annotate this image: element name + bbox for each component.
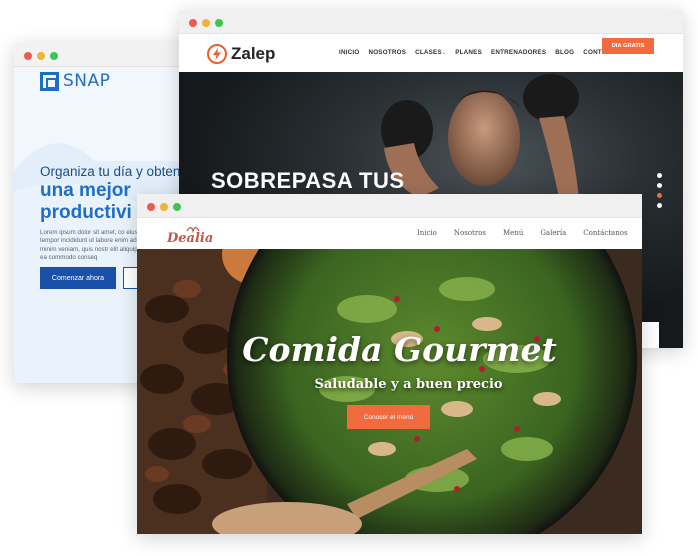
snap-logo[interactable]: SNAP: [40, 71, 110, 91]
minimize-dot-icon[interactable]: [202, 19, 210, 27]
nav-item-galeria[interactable]: Galería: [540, 229, 566, 237]
zalep-menu: INICIO NOSOTROS CLASES⌄ PLANES ENTRENADO…: [339, 49, 634, 56]
minimize-dot-icon[interactable]: [160, 203, 168, 211]
nav-item-clases[interactable]: CLASES⌄: [415, 49, 446, 56]
free-day-button[interactable]: DIA GRATIS: [602, 38, 654, 54]
nav-item-menu[interactable]: Menú: [503, 229, 523, 237]
dealia-logo-text: Dealia: [167, 231, 214, 246]
maximize-dot-icon[interactable]: [50, 52, 58, 60]
nav-item-contactanos[interactable]: Contáctanos: [583, 229, 627, 237]
slider-dot[interactable]: [657, 183, 662, 188]
nav-item-planes[interactable]: PLANES: [455, 49, 482, 56]
close-dot-icon[interactable]: [189, 19, 197, 27]
lightning-icon: [207, 44, 227, 64]
snap-headline-highlight: productivi: [40, 202, 132, 223]
dealia-menu: Inicio Nosotros Menú Galería Contáctanos: [417, 229, 628, 237]
maximize-dot-icon[interactable]: [215, 19, 223, 27]
hero-headline: SOBREPASA TUS: [211, 168, 405, 193]
dealia-website-window: Dealia Inicio Nosotros Menú Galería Cont…: [137, 194, 642, 534]
snap-headline: Organiza tu día y obten: [40, 164, 181, 179]
nav-item-nosotros[interactable]: Nosotros: [454, 229, 486, 237]
slider-pagination: [657, 173, 662, 208]
nav-item-label: CLASES: [415, 49, 442, 56]
nav-item-entrenadores[interactable]: ENTRENADORES: [491, 49, 546, 56]
slider-dot-active[interactable]: [657, 193, 662, 198]
nav-item-blog[interactable]: BLOG: [555, 49, 574, 56]
hero-subtitle: Saludable y a buen precio: [314, 377, 503, 392]
hero-title: Comida Gourmet: [242, 330, 557, 369]
zalep-logo-text: Zalep: [231, 44, 276, 63]
view-menu-button[interactable]: Conocer el menú: [347, 405, 430, 429]
nav-item-inicio[interactable]: Inicio: [417, 229, 437, 237]
slider-dot[interactable]: [657, 173, 662, 178]
maximize-dot-icon[interactable]: [173, 203, 181, 211]
close-dot-icon[interactable]: [147, 203, 155, 211]
nav-item-inicio[interactable]: INICIO: [339, 49, 359, 56]
chevron-down-icon: ⌄: [441, 50, 447, 56]
nav-item-nosotros[interactable]: NOSOTROS: [368, 49, 406, 56]
snap-headline-highlight: una mejor: [40, 180, 131, 201]
snap-logo-icon: [40, 71, 59, 91]
snap-paragraph: Lorem ipsum dolor sit amet, co eiusmod t…: [40, 229, 150, 261]
minimize-dot-icon[interactable]: [37, 52, 45, 60]
dealia-navbar: Dealia Inicio Nosotros Menú Galería Cont…: [137, 218, 642, 249]
browser-chrome: [179, 10, 683, 34]
start-now-button[interactable]: Comenzar ahora: [40, 267, 116, 289]
slider-dot[interactable]: [657, 203, 662, 208]
close-dot-icon[interactable]: [24, 52, 32, 60]
zalep-logo[interactable]: Zalep: [207, 44, 275, 64]
snap-logo-text: SNAP: [63, 71, 111, 91]
browser-chrome: [137, 194, 642, 218]
